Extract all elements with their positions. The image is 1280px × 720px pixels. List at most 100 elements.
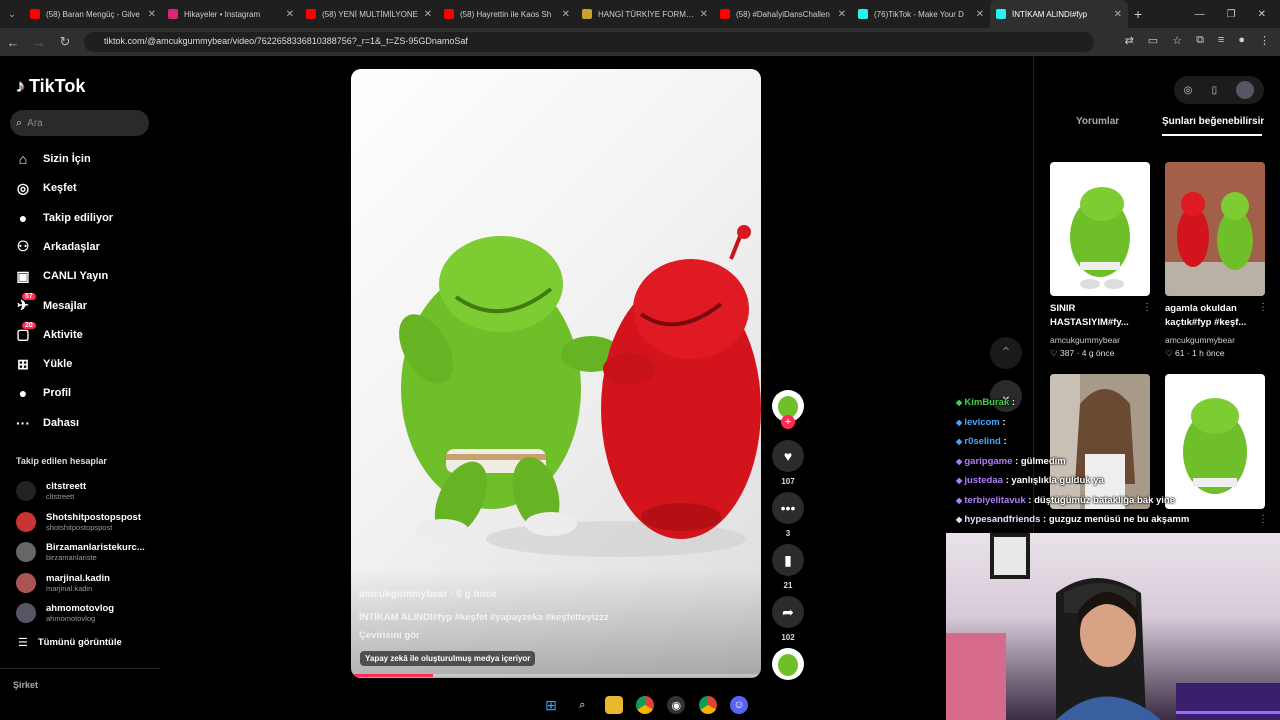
- tab-search-icon[interactable]: ⌄: [0, 9, 24, 20]
- suggested-caption-1[interactable]: SINIR HASTASIYIM#fy...: [1050, 302, 1154, 330]
- browser-tab[interactable]: HANGİ TÜRKİYE FORMASI ✕: [576, 0, 714, 28]
- browser-menu-icon[interactable]: ⋮: [1259, 34, 1270, 47]
- window-controls: — ❐ ✕: [1195, 9, 1280, 20]
- media-icon[interactable]: ≡: [1218, 34, 1224, 47]
- bookmark-star-icon[interactable]: ☆: [1172, 34, 1182, 47]
- more-options-icon[interactable]: ⋮: [1142, 302, 1152, 313]
- suggested-video-thumb[interactable]: [1165, 374, 1265, 509]
- save-button[interactable]: ▮: [772, 544, 804, 576]
- sidebar-item-paper-plane[interactable]: ✈ 57 Mesajlar: [14, 292, 87, 317]
- chat-username: KimBurak: [964, 397, 1010, 408]
- sidebar-item-profile-avatar[interactable]: ● Profil: [14, 382, 71, 404]
- browser-tab[interactable]: (58) #DahaİyiDansChallen ✕: [714, 0, 852, 28]
- chat-text: : gülmedim: [1015, 455, 1066, 467]
- share-arrow-icon: ➦: [782, 603, 794, 620]
- video-author-line[interactable]: amcukgummybear · 6 g önce: [359, 589, 497, 600]
- followed-account[interactable]: cltstreett cltstreett: [16, 481, 86, 501]
- new-tab-button[interactable]: +: [1134, 6, 1142, 22]
- sidebar-item-home[interactable]: ⌂ Sizin İçin: [14, 148, 91, 170]
- compass-icon[interactable]: ◎: [1184, 85, 1193, 96]
- sidebar-item-plus-square[interactable]: ⊞ Yükle: [14, 353, 72, 375]
- tab-close-icon[interactable]: ✕: [286, 9, 294, 20]
- followed-account[interactable]: Shotshitpostopspost shotshitpostopspost: [16, 511, 141, 532]
- suggested-video-thumb[interactable]: [1050, 162, 1150, 296]
- sidebar-item-chat-bubble[interactable]: ▢ 20 Aktivite: [14, 321, 83, 346]
- sidebar-item-live[interactable]: ▣ CANLI Yayın: [14, 265, 108, 287]
- url-field[interactable]: tiktok.com/@amcukgummybear/video/7622658…: [84, 32, 1094, 52]
- browser-tab[interactable]: (76)TikTok - Make Your D ✕: [852, 0, 990, 28]
- sidebar-item-more-dots[interactable]: ··· Dahası: [14, 412, 79, 434]
- windows-start-icon[interactable]: ⊞: [542, 696, 560, 714]
- tab-close-icon[interactable]: ✕: [562, 9, 570, 20]
- comment-button[interactable]: •••: [772, 492, 804, 524]
- chat-message: ◆ garipgame : gülmedim: [956, 456, 1066, 467]
- obs-icon[interactable]: ◉: [667, 696, 686, 714]
- browser-tab[interactable]: (58) YENİ MULTİMİLYONE ✕: [300, 0, 438, 28]
- ai-content-label[interactable]: Yapay zekâ ile oluşturulmuş medya içeriy…: [360, 651, 536, 666]
- user-avatar[interactable]: [1236, 81, 1255, 99]
- cast-icon[interactable]: ▭: [1148, 34, 1158, 47]
- company-link[interactable]: Şirket: [13, 680, 38, 690]
- tab-close-icon[interactable]: ✕: [976, 9, 984, 20]
- account-name: Shotshitpostopspost: [46, 511, 141, 523]
- browser-tab[interactable]: İNTİKAM ALINDI#fyp ✕: [990, 0, 1128, 28]
- back-icon[interactable]: ←: [0, 35, 26, 50]
- webcam-frame: [946, 533, 1280, 720]
- translate-icon[interactable]: ⇄: [1125, 34, 1134, 47]
- device-icon[interactable]: ▯: [1212, 85, 1218, 96]
- tab-comments[interactable]: Yorumlar: [1076, 116, 1119, 127]
- see-all-link[interactable]: ☰ Tümünü görüntüle: [18, 636, 122, 649]
- tab-close-icon[interactable]: ✕: [700, 9, 708, 20]
- video-player[interactable]: amcukgummybear · 6 g önce İNTİKAM ALINDI…: [351, 69, 761, 678]
- followed-account[interactable]: ahmomotovlog ahmomotovlog: [16, 603, 114, 623]
- tab-close-icon[interactable]: ✕: [148, 9, 156, 20]
- scroll-up-button[interactable]: ⌃: [990, 337, 1022, 369]
- like-button[interactable]: ♥: [772, 440, 804, 472]
- more-options-icon[interactable]: ⋮: [1258, 302, 1268, 313]
- maximize-icon[interactable]: ❐: [1227, 9, 1236, 20]
- tab-close-icon[interactable]: ✕: [1114, 9, 1122, 20]
- browser-tab[interactable]: (58) Baran Mengüç - Gilve ✕: [24, 0, 162, 28]
- taskbar-search-icon[interactable]: ⌕: [573, 696, 591, 714]
- profile-avatar-icon[interactable]: ●: [1238, 34, 1245, 47]
- sound-disc[interactable]: [772, 648, 804, 680]
- reload-icon[interactable]: ↻: [52, 34, 78, 50]
- likes-value: 61: [1175, 348, 1185, 358]
- suggested-caption-2[interactable]: agamla okuldan kaçtık#fyp #keşf...: [1165, 302, 1269, 330]
- followed-account[interactable]: Birzamanlaristekurc... birzamanlariste: [16, 542, 145, 562]
- extensions-icon[interactable]: ⧉: [1196, 34, 1204, 47]
- chat-text: :: [1011, 397, 1016, 408]
- tab-close-icon[interactable]: ✕: [424, 9, 432, 20]
- sidebar-item-following-avatar[interactable]: ● Takip ediliyor: [14, 207, 113, 229]
- more-options-icon[interactable]: ⋮: [1258, 514, 1268, 525]
- file-explorer-icon[interactable]: [604, 696, 623, 714]
- sidebar-item-friends[interactable]: ⚇ Arkadaşlar: [14, 236, 100, 258]
- account-handle: ahmomotovlog: [46, 614, 96, 623]
- chrome-icon[interactable]: [635, 696, 654, 714]
- browser-tab[interactable]: (58) Hayrettin ile Kaos Sh ✕: [438, 0, 576, 28]
- close-window-icon[interactable]: ✕: [1258, 9, 1266, 20]
- tiktok-logo[interactable]: ♪ TikTok: [16, 76, 85, 97]
- share-button[interactable]: ➦: [772, 596, 804, 628]
- tab-close-icon[interactable]: ✕: [838, 9, 846, 20]
- suggested-video-thumb[interactable]: [1050, 374, 1150, 509]
- search-input[interactable]: ⌕ Ara: [10, 110, 149, 136]
- chat-username: garipgame: [964, 455, 1013, 467]
- sidebar-item-compass[interactable]: ◎ Keşfet: [14, 177, 77, 199]
- chat-username: levicom: [964, 416, 1000, 428]
- minimize-icon[interactable]: —: [1195, 9, 1205, 20]
- suggested-user-2[interactable]: amcukgummybear: [1165, 335, 1235, 345]
- translate-link[interactable]: Çevirisini gör: [359, 630, 420, 641]
- follow-plus-icon[interactable]: +: [781, 415, 795, 429]
- forward-icon[interactable]: →: [26, 35, 52, 50]
- chrome-icon-2[interactable]: [698, 696, 717, 714]
- suggested-video-thumb[interactable]: [1165, 162, 1265, 296]
- suggested-user-1[interactable]: amcukgummybear: [1050, 335, 1120, 345]
- browser-tab[interactable]: Hikayeler • Instagram ✕: [162, 0, 300, 28]
- chat-username: hypesandfriends: [964, 514, 1041, 525]
- followed-account[interactable]: marjinal.kadin marjinal.kadin: [16, 572, 110, 593]
- progress-track[interactable]: [351, 674, 761, 677]
- discord-icon[interactable]: ☺: [729, 696, 748, 714]
- brick-wall-thumb-image: [1165, 162, 1265, 296]
- tab-suggested[interactable]: Şunları beğenebilirsin: [1162, 116, 1264, 127]
